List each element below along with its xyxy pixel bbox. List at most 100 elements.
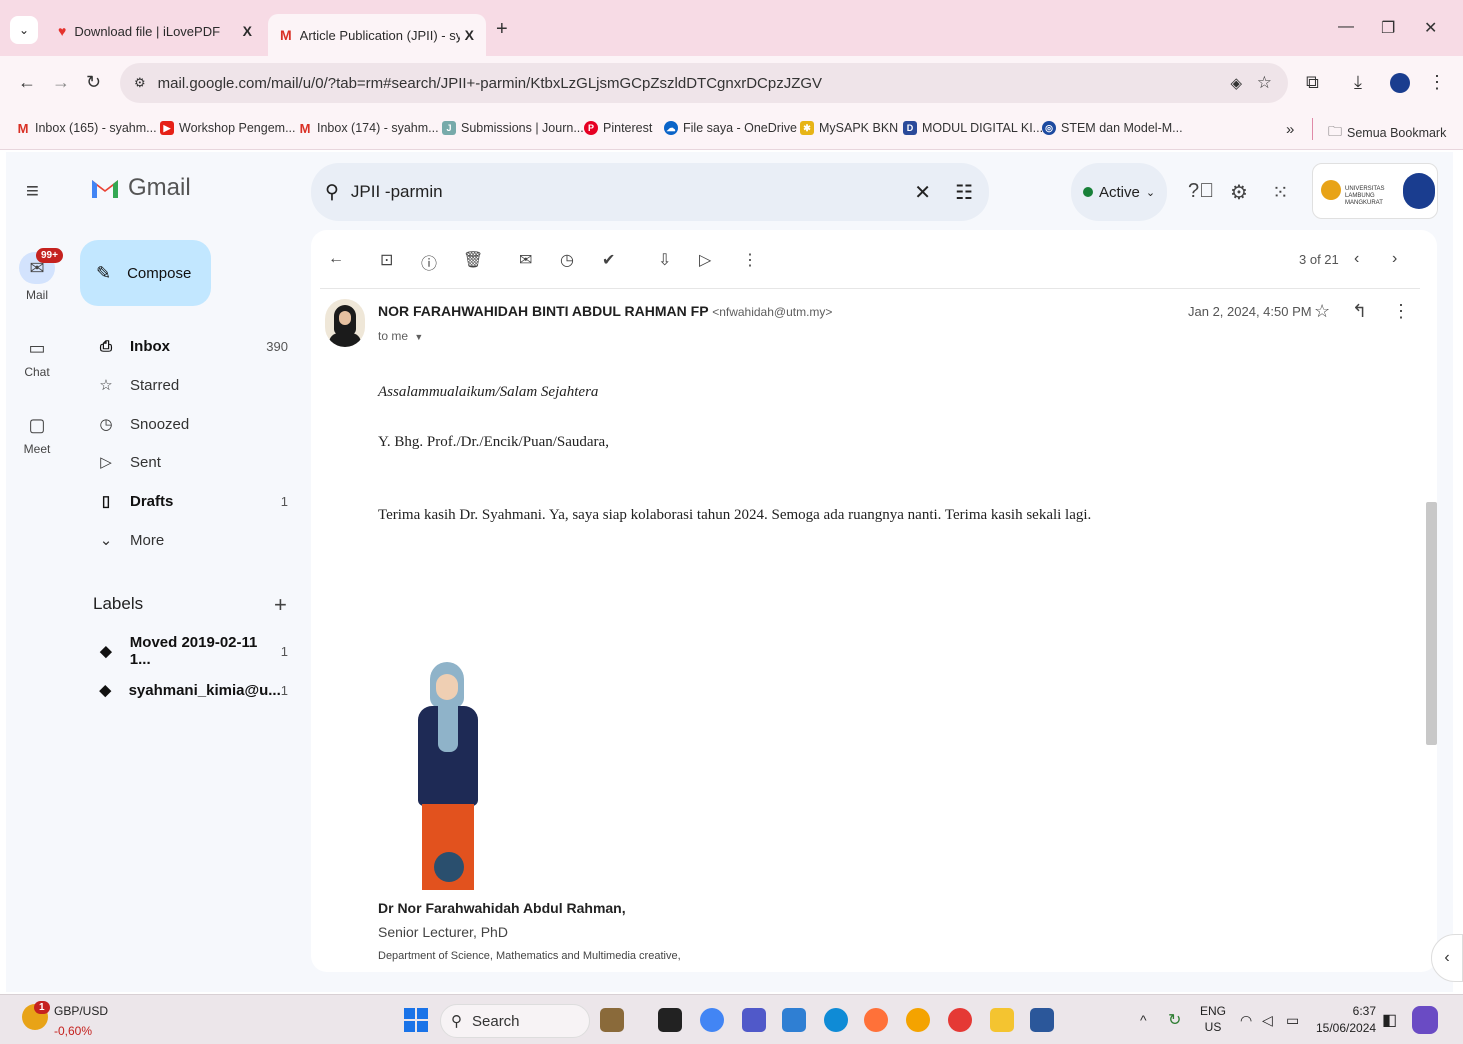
close-tab-icon[interactable]: X (243, 23, 252, 39)
gmail-logo[interactable]: Gmail (90, 174, 191, 202)
task-view-icon[interactable] (658, 1008, 682, 1032)
photos-icon[interactable] (782, 1008, 806, 1032)
delete-icon[interactable]: 🗑 (463, 250, 483, 270)
bookmark-item[interactable]: ✱ MySAPK BKN (800, 121, 898, 135)
search-input[interactable]: JPII -parmin (351, 182, 443, 202)
wifi-icon[interactable]: ◠ (1240, 1012, 1252, 1029)
close-window-icon[interactable]: ✕ (1424, 18, 1437, 38)
sender-avatar[interactable] (325, 299, 365, 347)
windows-start-icon[interactable] (404, 1008, 428, 1032)
scrollbar-thumb[interactable] (1426, 502, 1437, 745)
firefox-icon[interactable] (864, 1008, 888, 1032)
chat-icon: ▭ (28, 338, 46, 358)
rail-meet[interactable]: ▢ Meet (6, 415, 68, 456)
teams-icon[interactable] (742, 1008, 766, 1032)
tab-ilovepdf[interactable]: ♥ Download file | iLovePDF X (46, 12, 264, 50)
extension-icon[interactable]: ◈ (1230, 74, 1242, 92)
site-settings-icon[interactable]: ⚙ (134, 75, 146, 91)
nav-more[interactable]: ⌄ More (80, 524, 298, 556)
move-to-icon[interactable]: ⇩ (658, 250, 671, 270)
taskbar-search[interactable]: ⚲ Search (440, 1004, 590, 1038)
bookmark-item[interactable]: ☁ File saya - OneDrive (664, 121, 797, 135)
clear-search-icon[interactable]: ✕ (914, 180, 931, 205)
browser-menu-icon[interactable]: ⋮ (1428, 72, 1446, 93)
word-icon[interactable] (1030, 1008, 1054, 1032)
reply-icon[interactable]: ↰ (1352, 301, 1367, 322)
settings-gear-icon[interactable]: ⚙ (1230, 180, 1248, 205)
tab-gmail-article[interactable]: M Article Publication (JPII) - syahm X (268, 14, 486, 56)
reload-icon[interactable]: ↻ (86, 72, 101, 93)
sync-icon[interactable]: ↻ (1168, 1010, 1181, 1030)
chevron-up-icon[interactable]: ^ (1140, 1012, 1147, 1028)
nav-drafts[interactable]: ▯ Drafts 1 (80, 485, 298, 517)
back-icon[interactable]: ← (18, 72, 36, 93)
nav-starred[interactable]: ☆ Starred (80, 369, 298, 401)
chrome-icon[interactable] (700, 1008, 724, 1032)
nav-inbox[interactable]: ⎙ Inbox 390 (80, 330, 298, 362)
restore-icon[interactable]: ❐ (1381, 18, 1395, 38)
account-switcher[interactable]: UNIVERSITAS LAMBUNG MANGKURAT (1312, 163, 1438, 219)
bookmark-item[interactable]: M Inbox (174) - syahm... (298, 121, 439, 136)
newer-chevron-left-icon[interactable]: ‹ (1354, 250, 1359, 268)
main-menu-icon[interactable]: ≡ (26, 178, 39, 204)
tab-search-icon[interactable]: ⌄ (10, 16, 38, 44)
compose-button[interactable]: ✎ Compose (80, 240, 211, 306)
snooze-icon[interactable]: ◷ (560, 250, 574, 270)
bookmark-item[interactable]: ▶ Workshop Pengem... (160, 121, 296, 135)
edge-icon[interactable] (824, 1008, 848, 1032)
label-item[interactable]: ◆ Moved 2019-02-11 1... 1 (80, 634, 298, 668)
bookmark-star-icon[interactable]: ☆ (1257, 73, 1272, 93)
sender-name[interactable]: NOR FARAHWAHIDAH BINTI ABDUL RAHMAN FP <… (378, 303, 832, 319)
label-item[interactable]: ◆ syahmani_kimia@u... 1 (80, 674, 298, 706)
nav-snoozed[interactable]: ◷ Snoozed (80, 408, 298, 440)
file-explorer-icon[interactable] (990, 1008, 1014, 1032)
recipient-details[interactable]: to me ▼ (378, 329, 423, 343)
minimize-icon[interactable]: — (1338, 18, 1354, 36)
search-options-icon[interactable]: ☷ (955, 180, 973, 205)
star-message-icon[interactable]: ☆ (1314, 301, 1330, 322)
bookmark-item[interactable]: M Inbox (165) - syahm... (16, 121, 157, 136)
all-bookmarks-button[interactable]: 🗀 Semua Bookmark (1328, 121, 1446, 145)
taskbar-app-icon[interactable] (600, 1008, 624, 1032)
bookmark-item[interactable]: ◎ STEM dan Model-M... (1042, 121, 1183, 135)
report-spam-icon[interactable]: ⓘ (421, 250, 437, 274)
profile-avatar[interactable] (1390, 73, 1410, 93)
more-bookmarks-button[interactable]: » (1286, 121, 1294, 138)
close-tab-icon[interactable]: X (465, 27, 474, 43)
more-options-icon[interactable]: ⋮ (742, 250, 758, 270)
forward-icon[interactable]: → (52, 72, 70, 93)
nav-sent[interactable]: ▷ Sent (80, 446, 298, 478)
battery-icon[interactable]: ▭ (1286, 1012, 1299, 1029)
wps-office-icon[interactable] (948, 1008, 972, 1032)
rail-chat[interactable]: ▭ Chat (6, 338, 68, 379)
help-icon[interactable]: ?⃝ (1188, 180, 1214, 203)
language-indicator[interactable]: ENG US (1200, 1004, 1226, 1034)
status-selector[interactable]: Active ⌄ (1071, 163, 1167, 221)
back-to-list-icon[interactable]: ← (328, 250, 344, 268)
download-icon[interactable]: ⤓ (1354, 72, 1362, 93)
clock[interactable]: 6:37 15/06/2024 (1316, 1004, 1376, 1035)
signature-title: Senior Lecturer, PhD (378, 924, 508, 940)
bookmark-item[interactable]: D MODUL DIGITAL KI... (903, 121, 1043, 135)
search-icon[interactable]: ⚲ (325, 181, 339, 204)
message-more-icon[interactable]: ⋮ (1392, 301, 1410, 322)
add-task-icon[interactable]: ✔ (602, 250, 615, 270)
caret-down-icon: ▼ (414, 332, 424, 342)
label-icon[interactable]: ▷ (699, 250, 711, 270)
archive-icon[interactable]: ⊡ (380, 250, 393, 270)
mark-unread-icon[interactable]: ✉ (519, 250, 532, 270)
bookmark-item[interactable]: P Pinterest (584, 121, 652, 135)
search-app-icon[interactable] (906, 1008, 930, 1032)
apps-grid-icon[interactable]: ⁙ (1272, 180, 1289, 205)
copilot-icon[interactable] (1412, 1006, 1438, 1034)
address-bar[interactable]: ⚙ mail.google.com/mail/u/0/?tab=rm#searc… (120, 63, 1288, 103)
volume-icon[interactable]: ◁ (1262, 1012, 1273, 1029)
new-tab-button[interactable]: + (496, 18, 508, 41)
extensions-puzzle-icon[interactable]: ⧉ (1306, 72, 1319, 93)
add-label-icon[interactable]: + (274, 592, 287, 618)
older-chevron-right-icon[interactable]: › (1392, 250, 1397, 268)
notification-icon[interactable]: ◧ (1382, 1010, 1397, 1030)
bookmark-item[interactable]: J Submissions | Journ... (442, 121, 584, 135)
widget-title[interactable]: GBP/USD (54, 1004, 108, 1018)
search-bar[interactable]: ⚲ JPII -parmin ✕ ☷ (311, 163, 989, 221)
